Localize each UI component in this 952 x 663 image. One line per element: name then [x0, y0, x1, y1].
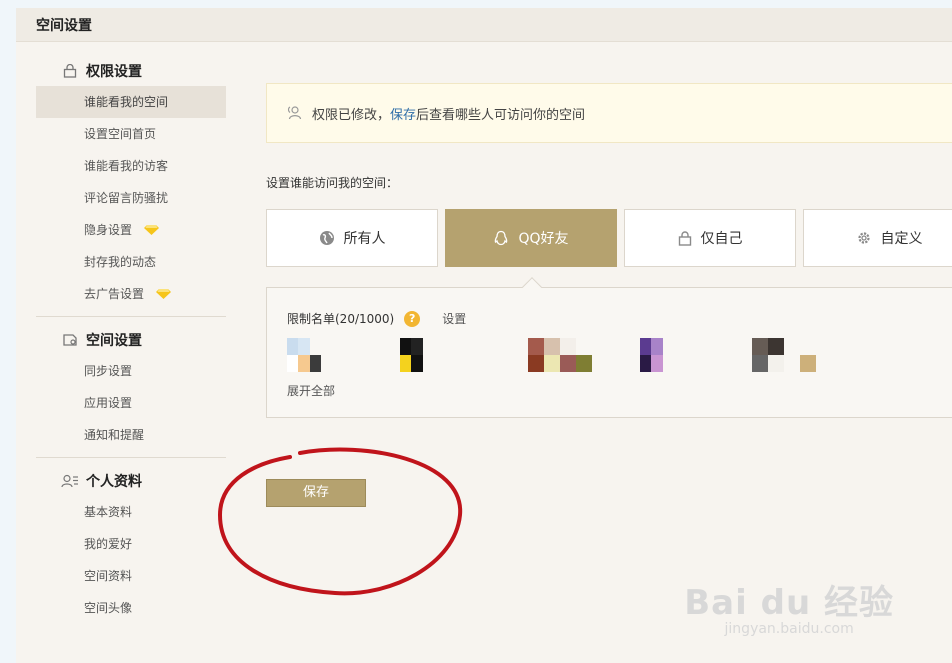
divider [36, 316, 226, 317]
sidebar-item-archive[interactable]: 封存我的动态 [36, 246, 226, 278]
notice-banner: 权限已修改， 保存 后查看哪些人可访问你的空间 [266, 83, 952, 143]
lock-icon [61, 63, 79, 79]
space-settings-icon [61, 332, 79, 348]
sidebar-item-label: 去广告设置 [84, 287, 145, 301]
sidebar-item-label: 隐身设置 [84, 223, 133, 237]
notice-save-link[interactable]: 保存 [390, 104, 416, 123]
sidebar-group-label: 个人资料 [86, 474, 142, 490]
option-label: 所有人 [343, 231, 386, 247]
option-label: 自定义 [880, 231, 923, 247]
sidebar-item-visitors[interactable]: 谁能看我的访客 [36, 150, 226, 182]
restrict-settings-link[interactable]: 设置 [442, 310, 466, 327]
access-section-label: 设置谁能访问我的空间： [266, 176, 399, 190]
sidebar-group-label: 空间设置 [86, 333, 142, 349]
notice-prefix: 权限已修改， [312, 107, 391, 123]
sidebar-group-permissions: 权限设置 [36, 56, 226, 86]
sidebar-item-who-can-view[interactable]: 谁能看我的空间 [36, 86, 226, 118]
qq-penguin-icon [493, 230, 509, 247]
settings-window: 空间设置 权限设置 谁能看我的空间 设置空间首页 谁能看我的访客 评论留言防骚扰… [16, 8, 952, 663]
sidebar-item-basic-info[interactable]: 基本资料 [36, 496, 226, 528]
sidebar-item-notifications[interactable]: 通知和提醒 [36, 419, 226, 451]
gear-icon [856, 230, 872, 246]
friend-avatar[interactable] [400, 338, 434, 372]
sidebar-item-invisible[interactable]: 隐身设置 [36, 214, 226, 246]
sidebar: 权限设置 谁能看我的空间 设置空间首页 谁能看我的访客 评论留言防骚扰 隐身设置… [36, 56, 226, 624]
restrict-list-panel: 限制名单(20/1000) ? 设置 展开全部 [266, 277, 952, 418]
friend-avatar[interactable] [640, 338, 674, 372]
option-only-me[interactable]: 仅自己 [624, 209, 796, 267]
option-label: 仅自己 [700, 231, 743, 247]
option-label: QQ好友 [518, 231, 569, 247]
sidebar-item-homepage[interactable]: 设置空间首页 [36, 118, 226, 150]
friend-avatar[interactable] [752, 338, 816, 372]
users-icon [287, 105, 303, 121]
access-options: 所有人 QQ好友 仅自己 自定义 [266, 209, 952, 267]
globe-icon [319, 230, 335, 246]
option-custom[interactable]: 自定义 [803, 209, 952, 267]
notice-suffix: 后查看哪些人可访问你的空间 [416, 107, 586, 123]
watermark-logo: Bai du 经验 [684, 583, 894, 623]
diamond-icon [155, 279, 171, 299]
annotation-circle [217, 447, 463, 596]
friend-avatar[interactable] [528, 338, 592, 372]
sidebar-group-profile: 个人资料 [36, 466, 226, 496]
sidebar-item-remove-ads[interactable]: 去广告设置 [36, 278, 226, 310]
lock-icon [678, 230, 692, 246]
sidebar-group-space: 空间设置 [36, 325, 226, 355]
restrict-list-header: 限制名单(20/1000) ? 设置 [287, 310, 466, 327]
sidebar-item-apps[interactable]: 应用设置 [36, 387, 226, 419]
expand-all-link[interactable]: 展开全部 [287, 382, 335, 399]
option-everyone[interactable]: 所有人 [266, 209, 438, 267]
help-icon[interactable]: ? [404, 310, 421, 327]
sidebar-item-space-info[interactable]: 空间资料 [36, 560, 226, 592]
watermark: Bai du 经验 jingyan.baidu.com [684, 575, 894, 637]
sidebar-item-sync[interactable]: 同步设置 [36, 355, 226, 387]
sidebar-group-label: 权限设置 [86, 64, 142, 80]
profile-icon [61, 473, 79, 489]
diamond-icon [143, 215, 159, 235]
restrict-list-title: 限制名单(20/1000) [287, 312, 395, 326]
sidebar-item-hobbies[interactable]: 我的爱好 [36, 528, 226, 560]
panel-caret [522, 277, 542, 297]
divider [36, 457, 226, 458]
option-qq-friends[interactable]: QQ好友 [445, 209, 617, 267]
sidebar-item-anti-spam[interactable]: 评论留言防骚扰 [36, 182, 226, 214]
sidebar-item-avatar[interactable]: 空间头像 [36, 592, 226, 624]
friend-avatar[interactable] [287, 338, 321, 372]
